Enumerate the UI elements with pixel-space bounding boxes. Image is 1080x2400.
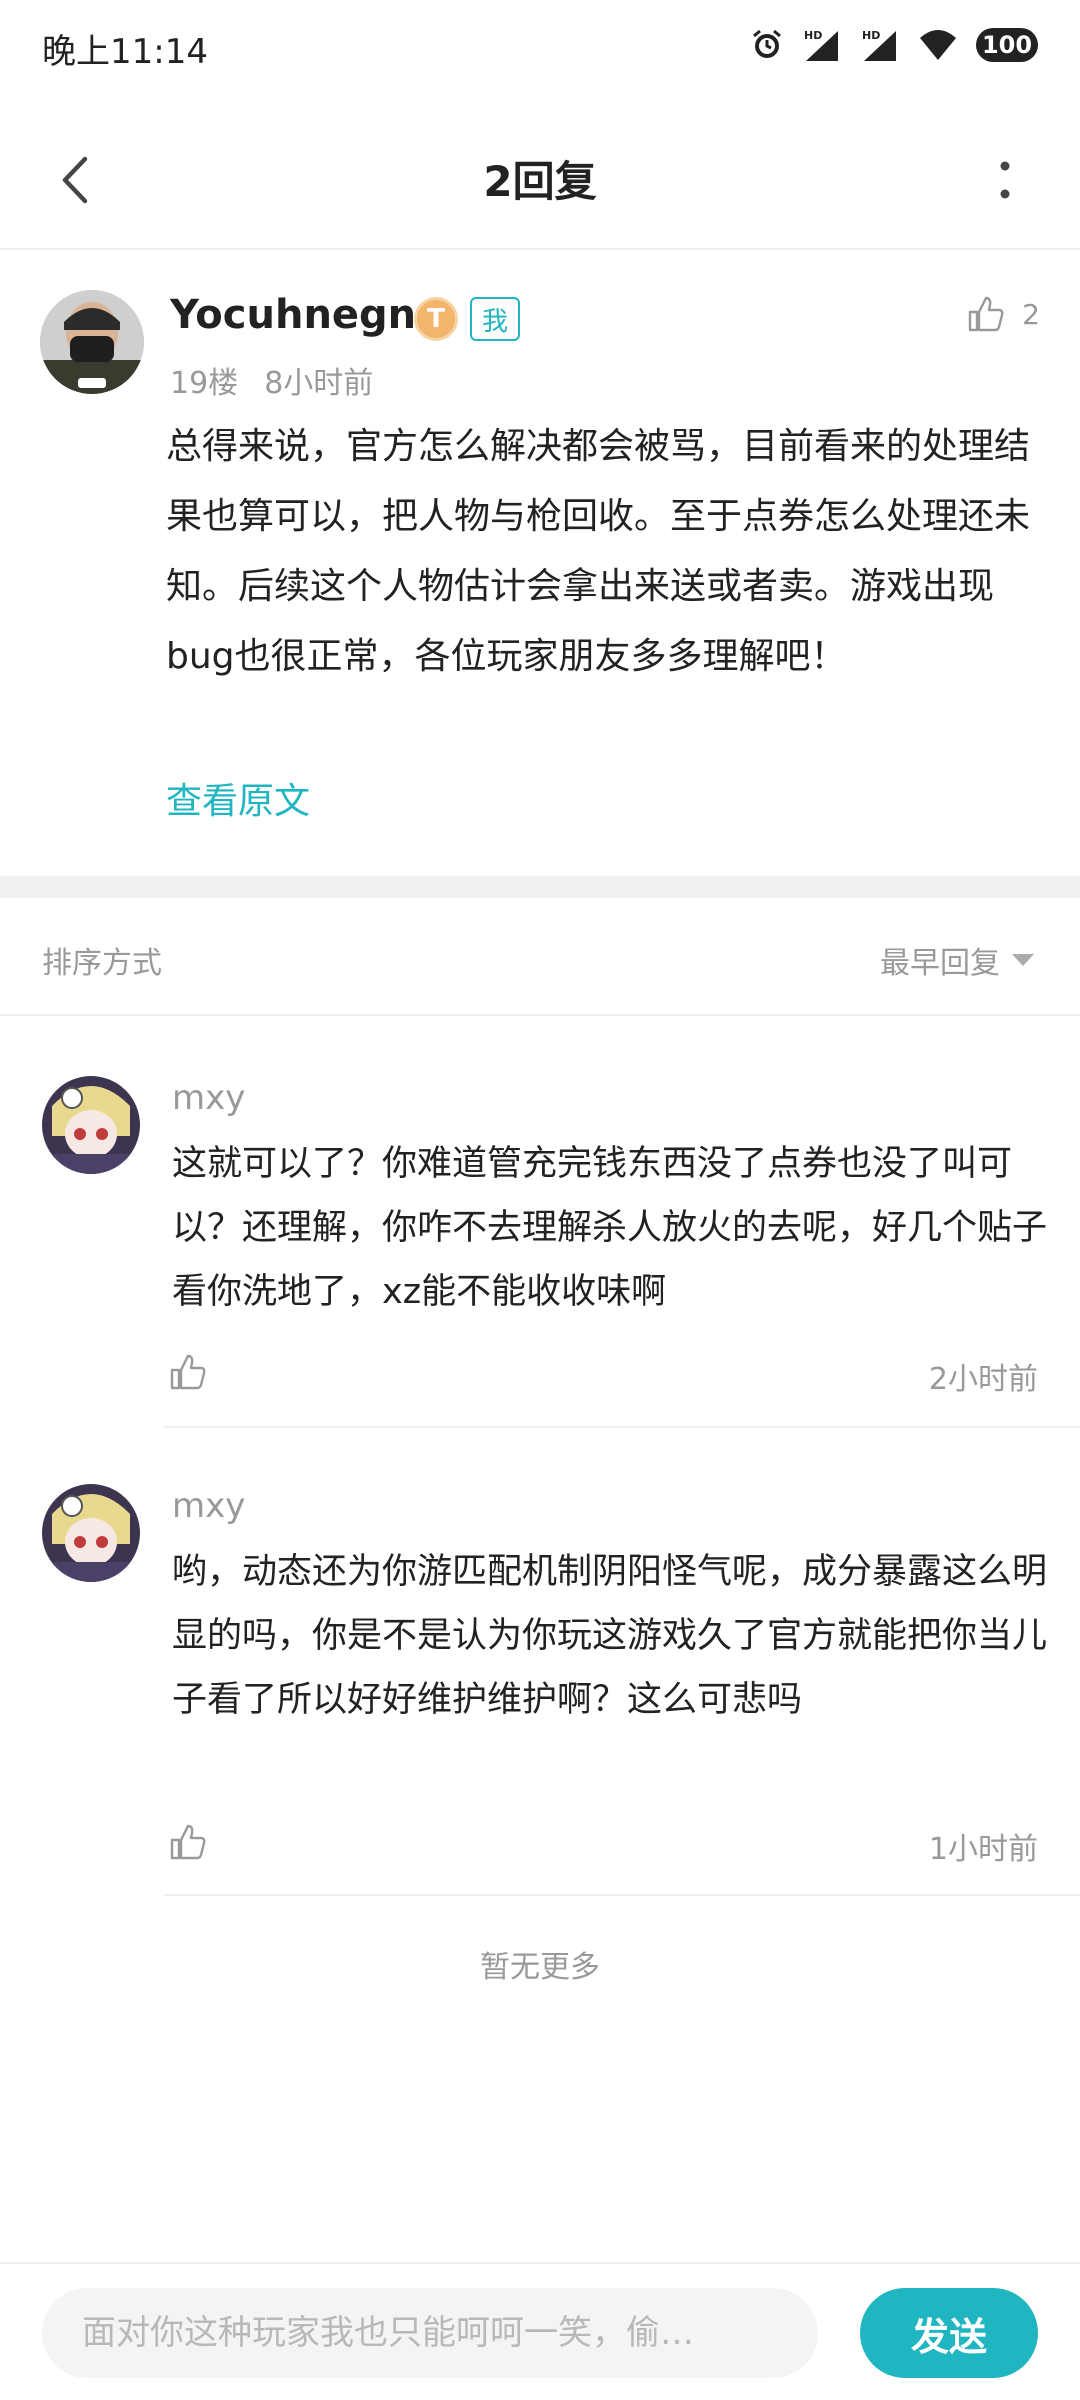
avatar[interactable] bbox=[42, 1076, 140, 1174]
more-options-button[interactable] bbox=[970, 145, 1040, 215]
svg-text:HD: HD bbox=[804, 29, 822, 42]
battery-icon: 100 bbox=[976, 28, 1038, 62]
post-like-button[interactable]: 2 bbox=[966, 294, 1040, 334]
caret-down-icon bbox=[1012, 954, 1034, 966]
reply-like-button[interactable] bbox=[168, 1352, 208, 1392]
page-title: 2回复 bbox=[483, 157, 597, 206]
reply-like-button[interactable] bbox=[168, 1822, 208, 1862]
avatar[interactable] bbox=[40, 290, 144, 394]
reply-item: mxy 这就可以了？你难道管充完钱东西没了点券也没了叫可以？还理解，你咋不去理解… bbox=[0, 1016, 1080, 1428]
main-post: Yocuhnegn.i T 我 2 19楼 8小时前 总得来说，官方怎么解决都会被… bbox=[0, 252, 1080, 876]
reply-body: 这就可以了？你难道管充完钱东西没了点券也没了叫可以？还理解，你咋不去理解杀人放火… bbox=[172, 1144, 1048, 1312]
me-badge: 我 bbox=[470, 297, 521, 341]
sort-bar: 排序方式 最早回复 bbox=[0, 898, 1080, 1016]
no-more-text: 暂无更多 bbox=[480, 1950, 600, 1985]
avatar[interactable] bbox=[42, 1484, 140, 1582]
reply-body: 哟，动态还为你游匹配机制阴阳怪气呢，成分暴露这么明显的吗，你是不是认为你玩这游戏… bbox=[172, 1552, 1048, 1720]
reply-item: mxy 哟，动态还为你游匹配机制阴阳怪气呢，成分暴露这么明显的吗，你是不是认为你… bbox=[0, 1428, 1080, 1900]
top-nav-bar: 2回复 bbox=[0, 110, 1080, 250]
send-button[interactable]: 发送 bbox=[860, 2288, 1038, 2378]
reply-username[interactable]: mxy bbox=[172, 1078, 245, 1118]
reply-time: 1小时前 bbox=[928, 1832, 1038, 1867]
view-original-link[interactable]: 查看原文 bbox=[166, 772, 310, 824]
status-time: 晚上11:14 bbox=[42, 32, 208, 72]
reply-divider bbox=[164, 1894, 1080, 1896]
hd-signal-icon: HD bbox=[860, 27, 900, 63]
status-icons: HD HD 100 bbox=[750, 22, 1038, 68]
floor-number: 19楼 bbox=[170, 366, 239, 401]
section-divider bbox=[0, 876, 1080, 898]
comment-input[interactable] bbox=[42, 2288, 818, 2378]
post-meta: 19楼 8小时前 bbox=[170, 358, 399, 402]
reply-time: 2小时前 bbox=[928, 1362, 1038, 1397]
more-vertical-icon bbox=[1000, 161, 1010, 199]
thumbs-up-icon bbox=[170, 1354, 206, 1390]
post-time: 8小时前 bbox=[264, 366, 374, 401]
sort-selected: 最早回复 bbox=[880, 946, 1000, 981]
hd-signal-icon: HD bbox=[802, 27, 842, 63]
like-count: 2 bbox=[1022, 297, 1040, 331]
comment-bar: 发送 bbox=[0, 2262, 1080, 2400]
alarm-icon bbox=[750, 28, 784, 62]
thumbs-up-icon bbox=[968, 296, 1004, 332]
reply-username[interactable]: mxy bbox=[172, 1486, 245, 1526]
thumbs-up-icon bbox=[170, 1824, 206, 1860]
post-username[interactable]: Yocuhnegn.i bbox=[170, 292, 445, 338]
sort-label: 排序方式 bbox=[42, 946, 162, 981]
level-badge: T bbox=[414, 297, 458, 341]
svg-text:HD: HD bbox=[862, 29, 880, 42]
wifi-icon bbox=[918, 28, 958, 62]
status-bar: 晚上11:14 HD HD 100 bbox=[0, 0, 1080, 90]
post-body: 总得来说，官方怎么解决都会被骂，目前看来的处理结果也算可以，把人物与枪回收。至于… bbox=[166, 426, 1031, 677]
sort-dropdown[interactable]: 最早回复 bbox=[880, 938, 1034, 982]
